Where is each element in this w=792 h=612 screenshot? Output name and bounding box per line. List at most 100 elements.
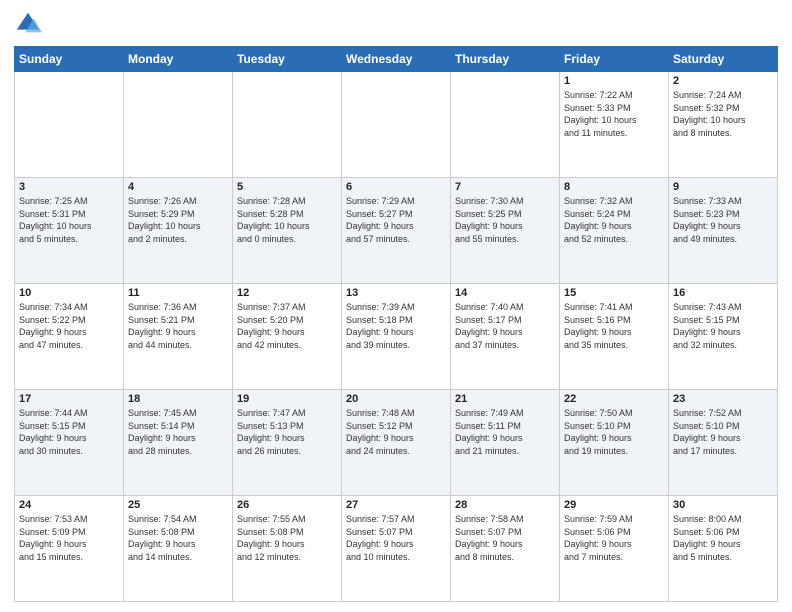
calendar-cell: 24 Sunrise: 7:53 AM Sunset: 5:09 PM Dayli… — [15, 496, 124, 602]
calendar-header-tuesday: Tuesday — [233, 47, 342, 72]
calendar-cell: 21Sunrise: 7:49 AM Sunset: 5:11 PM Dayli… — [451, 390, 560, 496]
calendar-cell: 12Sunrise: 7:37 AM Sunset: 5:20 PM Dayli… — [233, 284, 342, 390]
calendar-cell: 4 Sunrise: 7:26 AM Sunset: 5:29 PM Daylig… — [124, 178, 233, 284]
calendar-cell: 5 Sunrise: 7:28 AM Sunset: 5:28 PM Daylig… — [233, 178, 342, 284]
calendar-header-thursday: Thursday — [451, 47, 560, 72]
calendar-cell: 3 Sunrise: 7:25 AM Sunset: 5:31 PM Daylig… — [15, 178, 124, 284]
calendar-header-wednesday: Wednesday — [342, 47, 451, 72]
day-info: Sunrise: 7:33 AM Sunset: 5:23 PM Dayligh… — [673, 195, 773, 245]
calendar-cell: 7 Sunrise: 7:30 AM Sunset: 5:25 PM Daylig… — [451, 178, 560, 284]
day-number: 19 — [237, 393, 337, 405]
calendar-cell — [451, 72, 560, 178]
day-number: 12 — [237, 287, 337, 299]
calendar-cell — [15, 72, 124, 178]
calendar-cell: 16 Sunrise: 7:43 AM Sunset: 5:15 PM Dayli… — [669, 284, 778, 390]
calendar-cell: 30 Sunrise: 8:00 AM Sunset: 5:06 PM Dayli… — [669, 496, 778, 602]
day-info: Sunrise: 7:24 AM Sunset: 5:32 PM Dayligh… — [673, 89, 773, 139]
day-info: Sunrise: 7:53 AM Sunset: 5:09 PM Dayligh… — [19, 513, 119, 563]
calendar-week-1: 3 Sunrise: 7:25 AM Sunset: 5:31 PM Daylig… — [15, 178, 778, 284]
day-info: Sunrise: 7:26 AM Sunset: 5:29 PM Dayligh… — [128, 195, 228, 245]
calendar-week-2: 10 Sunrise: 7:34 AM Sunset: 5:22 PM Dayli… — [15, 284, 778, 390]
day-number: 30 — [673, 499, 773, 511]
calendar-cell: 8 Sunrise: 7:32 AM Sunset: 5:24 PM Daylig… — [560, 178, 669, 284]
calendar-cell: 18 Sunrise: 7:45 AM Sunset: 5:14 PM Dayli… — [124, 390, 233, 496]
calendar-cell — [342, 72, 451, 178]
day-number: 25 — [128, 499, 228, 511]
day-info: Sunrise: 7:29 AM Sunset: 5:27 PM Dayligh… — [346, 195, 446, 245]
day-info: Sunrise: 7:50 AM Sunset: 5:10 PM Dayligh… — [564, 407, 664, 457]
day-info: Sunrise: 7:34 AM Sunset: 5:22 PM Dayligh… — [19, 301, 119, 351]
day-number: 10 — [19, 287, 119, 299]
calendar-cell: 6Sunrise: 7:29 AM Sunset: 5:27 PM Daylig… — [342, 178, 451, 284]
day-info: Sunrise: 7:22 AM Sunset: 5:33 PM Dayligh… — [564, 89, 664, 139]
day-info: Sunrise: 7:39 AM Sunset: 5:18 PM Dayligh… — [346, 301, 446, 351]
day-number: 14 — [455, 287, 555, 299]
day-info: Sunrise: 7:43 AM Sunset: 5:15 PM Dayligh… — [673, 301, 773, 351]
calendar-cell: 14 Sunrise: 7:40 AM Sunset: 5:17 PM Dayli… — [451, 284, 560, 390]
calendar-cell: 17Sunrise: 7:44 AM Sunset: 5:15 PM Dayli… — [15, 390, 124, 496]
day-number: 22 — [564, 393, 664, 405]
day-number: 3 — [19, 181, 119, 193]
day-info: Sunrise: 7:36 AM Sunset: 5:21 PM Dayligh… — [128, 301, 228, 351]
day-number: 18 — [128, 393, 228, 405]
day-number: 28 — [455, 499, 555, 511]
day-info: Sunrise: 7:48 AM Sunset: 5:12 PM Dayligh… — [346, 407, 446, 457]
day-number: 13 — [346, 287, 446, 299]
page: SundayMondayTuesdayWednesdayThursdayFrid… — [0, 0, 792, 612]
day-info: Sunrise: 7:28 AM Sunset: 5:28 PM Dayligh… — [237, 195, 337, 245]
calendar-cell — [233, 72, 342, 178]
day-info: Sunrise: 7:47 AM Sunset: 5:13 PM Dayligh… — [237, 407, 337, 457]
calendar-header-sunday: Sunday — [15, 47, 124, 72]
day-number: 29 — [564, 499, 664, 511]
calendar-cell: 15 Sunrise: 7:41 AM Sunset: 5:16 PM Dayli… — [560, 284, 669, 390]
calendar-header-friday: Friday — [560, 47, 669, 72]
day-info: Sunrise: 7:32 AM Sunset: 5:24 PM Dayligh… — [564, 195, 664, 245]
day-info: Sunrise: 7:40 AM Sunset: 5:17 PM Dayligh… — [455, 301, 555, 351]
calendar-cell: 25 Sunrise: 7:54 AM Sunset: 5:08 PM Dayli… — [124, 496, 233, 602]
day-number: 5 — [237, 181, 337, 193]
calendar-cell: 23Sunrise: 7:52 AM Sunset: 5:10 PM Dayli… — [669, 390, 778, 496]
day-info: Sunrise: 7:41 AM Sunset: 5:16 PM Dayligh… — [564, 301, 664, 351]
day-number: 24 — [19, 499, 119, 511]
calendar-cell: 26 Sunrise: 7:55 AM Sunset: 5:08 PM Dayli… — [233, 496, 342, 602]
calendar-cell: 2Sunrise: 7:24 AM Sunset: 5:32 PM Daylig… — [669, 72, 778, 178]
calendar-cell: 28 Sunrise: 7:58 AM Sunset: 5:07 PM Dayli… — [451, 496, 560, 602]
day-number: 1 — [564, 75, 664, 87]
day-info: Sunrise: 7:54 AM Sunset: 5:08 PM Dayligh… — [128, 513, 228, 563]
day-number: 11 — [128, 287, 228, 299]
day-info: Sunrise: 7:45 AM Sunset: 5:14 PM Dayligh… — [128, 407, 228, 457]
day-number: 9 — [673, 181, 773, 193]
day-number: 20 — [346, 393, 446, 405]
calendar-header-monday: Monday — [124, 47, 233, 72]
day-info: Sunrise: 7:52 AM Sunset: 5:10 PM Dayligh… — [673, 407, 773, 457]
day-info: Sunrise: 7:55 AM Sunset: 5:08 PM Dayligh… — [237, 513, 337, 563]
day-number: 16 — [673, 287, 773, 299]
day-info: Sunrise: 7:25 AM Sunset: 5:31 PM Dayligh… — [19, 195, 119, 245]
day-number: 27 — [346, 499, 446, 511]
calendar-cell: 11 Sunrise: 7:36 AM Sunset: 5:21 PM Dayli… — [124, 284, 233, 390]
day-info: Sunrise: 7:57 AM Sunset: 5:07 PM Dayligh… — [346, 513, 446, 563]
day-info: Sunrise: 7:59 AM Sunset: 5:06 PM Dayligh… — [564, 513, 664, 563]
calendar-week-0: 1 Sunrise: 7:22 AM Sunset: 5:33 PM Daylig… — [15, 72, 778, 178]
day-number: 8 — [564, 181, 664, 193]
calendar-cell: 10 Sunrise: 7:34 AM Sunset: 5:22 PM Dayli… — [15, 284, 124, 390]
day-number: 17 — [19, 393, 119, 405]
calendar-cell: 20 Sunrise: 7:48 AM Sunset: 5:12 PM Dayli… — [342, 390, 451, 496]
calendar-header-saturday: Saturday — [669, 47, 778, 72]
day-info: Sunrise: 7:30 AM Sunset: 5:25 PM Dayligh… — [455, 195, 555, 245]
calendar-cell: 1 Sunrise: 7:22 AM Sunset: 5:33 PM Daylig… — [560, 72, 669, 178]
day-number: 4 — [128, 181, 228, 193]
day-number: 26 — [237, 499, 337, 511]
day-info: Sunrise: 8:00 AM Sunset: 5:06 PM Dayligh… — [673, 513, 773, 563]
day-number: 15 — [564, 287, 664, 299]
calendar-header-row: SundayMondayTuesdayWednesdayThursdayFrid… — [15, 47, 778, 72]
calendar-cell: 22 Sunrise: 7:50 AM Sunset: 5:10 PM Dayli… — [560, 390, 669, 496]
header — [14, 10, 778, 38]
calendar-cell — [124, 72, 233, 178]
day-number: 7 — [455, 181, 555, 193]
day-info: Sunrise: 7:58 AM Sunset: 5:07 PM Dayligh… — [455, 513, 555, 563]
calendar-cell: 13 Sunrise: 7:39 AM Sunset: 5:18 PM Dayli… — [342, 284, 451, 390]
calendar-week-4: 24 Sunrise: 7:53 AM Sunset: 5:09 PM Dayli… — [15, 496, 778, 602]
calendar-cell: 27 Sunrise: 7:57 AM Sunset: 5:07 PM Dayli… — [342, 496, 451, 602]
calendar-table: SundayMondayTuesdayWednesdayThursdayFrid… — [14, 46, 778, 602]
